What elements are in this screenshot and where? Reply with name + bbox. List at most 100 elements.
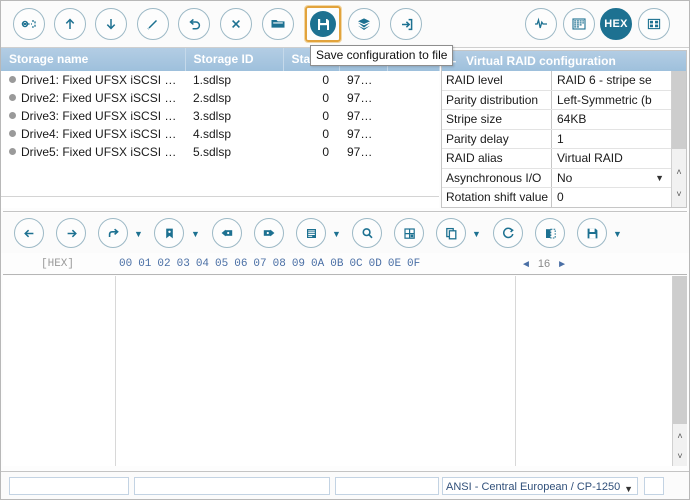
raid-property-row[interactable]: Asynchronous I/O No ▼ xyxy=(442,168,686,188)
save-configuration-icon[interactable] xyxy=(304,5,342,43)
chevron-down-icon[interactable]: ▼ xyxy=(134,229,143,239)
status-corner-box xyxy=(644,477,664,495)
chevron-down-icon[interactable]: ▼ xyxy=(332,229,341,239)
storage-table-body: Drive1: Fixed UFSX iSCSI UFS... 1.sdlsp … xyxy=(1,71,439,161)
navigate-forward-icon[interactable] xyxy=(56,218,86,248)
status-bullet-icon xyxy=(9,94,16,102)
scroll-down-icon[interactable]: ˅ xyxy=(672,187,686,201)
hex-column-header: [HEX] 00 01 02 03 04 05 06 07 08 09 0A 0B 0C 0D 0E 0F ◄… xyxy=(1,255,689,274)
cell-status: 0 xyxy=(322,91,329,105)
hex-mode-button[interactable]: HEX xyxy=(600,8,632,40)
table-divider xyxy=(1,196,439,197)
rotation-shift-value[interactable]: 0 xyxy=(552,188,686,207)
encoding-selector[interactable]: ANSI - Central European / CP-1250 ▼ xyxy=(442,477,638,495)
asynchronous-io-value[interactable]: No ▼ xyxy=(552,169,686,188)
bytes-per-row-value: 16 xyxy=(537,258,551,270)
stripe-size-value[interactable]: 64KB ▼ xyxy=(552,110,686,129)
copy-icon[interactable] xyxy=(436,218,466,248)
hex-viewer-body[interactable]: ˄ ˅ xyxy=(3,276,687,466)
panel-splitter[interactable] xyxy=(3,211,687,212)
hex-offset-divider xyxy=(115,276,116,466)
move-up-icon[interactable] xyxy=(54,8,86,40)
pulse-waveform-icon[interactable] xyxy=(525,8,557,40)
hex-col-04: 04 xyxy=(195,258,210,270)
cell-storage-name: Drive5: Fixed UFSX iSCSI UFS... xyxy=(1,143,185,161)
virtual-raid-configuration-panel: − Virtual RAID configuration RAID level … xyxy=(441,50,687,208)
raid-property-row[interactable]: Parity delay 1 xyxy=(442,129,686,149)
storage-name-text: Drive2: Fixed UFSX iSCSI UFS... xyxy=(21,91,185,105)
status-field-1[interactable] xyxy=(9,477,129,495)
raid-property-key: Parity distribution xyxy=(442,90,552,109)
raid-property-row[interactable]: Rotation shift value 0 xyxy=(442,188,686,207)
raid-alias-text: Virtual RAID xyxy=(557,151,623,166)
move-down-icon[interactable] xyxy=(95,8,127,40)
status-field-3[interactable] xyxy=(335,477,439,495)
hex-grid-icon[interactable] xyxy=(563,8,595,40)
hex-col-0B: 0B xyxy=(330,258,344,270)
hex-mode-label: HEX xyxy=(604,18,628,30)
hex-col-05: 05 xyxy=(215,258,229,270)
remove-icon[interactable] xyxy=(220,8,252,40)
next-block-icon[interactable] xyxy=(254,218,284,248)
hex-viewer-scrollbar[interactable]: ˄ ˅ xyxy=(672,276,687,466)
layers-icon[interactable] xyxy=(348,8,380,40)
scroll-up-icon[interactable]: ˄ xyxy=(672,165,686,179)
hex-col-08: 08 xyxy=(272,258,286,270)
raid-property-row[interactable]: Stripe size 64KB ▼ xyxy=(442,110,686,130)
cell-spacer xyxy=(387,107,439,125)
raid-property-row[interactable]: Parity distribution Left-Symmetric (b ▼ xyxy=(442,90,686,110)
goto-offset-icon[interactable] xyxy=(98,218,128,248)
raid-panel-scrollbar[interactable]: ˄ ˅ xyxy=(671,71,686,207)
edit-icon[interactable] xyxy=(137,8,169,40)
panel-toggle-icon[interactable] xyxy=(535,218,565,248)
cell-sectors: 975699967 xyxy=(347,127,387,141)
chevron-down-icon[interactable]: ▼ xyxy=(655,173,664,183)
export-icon[interactable] xyxy=(390,8,422,40)
column-header-storage-name[interactable]: Storage name xyxy=(1,48,186,71)
scrollbar-thumb[interactable] xyxy=(672,71,686,149)
raid-level-value[interactable]: RAID 6 - stripe se ▼ xyxy=(552,71,686,90)
table-row[interactable]: Drive5: Fixed UFSX iSCSI UFS... 5.sdlsp … xyxy=(1,143,439,161)
table-row[interactable]: Drive4: Fixed UFSX iSCSI UFS... 4.sdlsp … xyxy=(1,125,439,143)
grid-view-icon[interactable] xyxy=(394,218,424,248)
scroll-down-icon[interactable]: ˅ xyxy=(673,448,687,464)
raid-property-list: RAID level RAID 6 - stripe se ▼ Parity d… xyxy=(442,71,686,207)
raid-property-key: RAID level xyxy=(442,71,552,90)
raid-property-key: Rotation shift value xyxy=(442,188,552,207)
hex-header-divider xyxy=(3,274,687,275)
undo-icon[interactable] xyxy=(178,8,210,40)
table-row[interactable]: Drive3: Fixed UFSX iSCSI UFS... 3.sdlsp … xyxy=(1,107,439,125)
navigate-back-icon[interactable] xyxy=(14,218,44,248)
increase-bytes-icon[interactable]: ► xyxy=(557,259,567,270)
search-icon[interactable] xyxy=(352,218,382,248)
decrease-bytes-icon[interactable]: ◄ xyxy=(521,259,531,270)
save-hex-icon[interactable] xyxy=(577,218,607,248)
raid-property-row[interactable]: RAID level RAID 6 - stripe se ▼ xyxy=(442,71,686,91)
status-field-2[interactable] xyxy=(134,477,330,495)
chevron-down-icon[interactable]: ▼ xyxy=(613,229,622,239)
chevron-down-icon[interactable]: ▼ xyxy=(191,229,200,239)
raid-alias-value[interactable]: Virtual RAID xyxy=(552,149,686,168)
parity-distribution-value[interactable]: Left-Symmetric (b ▼ xyxy=(552,91,686,110)
partition-blocks-icon[interactable] xyxy=(638,8,670,40)
list-view-icon[interactable] xyxy=(296,218,326,248)
cell-sectors: 975699967 xyxy=(347,145,387,159)
table-row[interactable]: Drive2: Fixed UFSX iSCSI UFS... 2.sdlsp … xyxy=(1,89,439,107)
storage-name-text: Drive4: Fixed UFSX iSCSI UFS... xyxy=(21,127,185,141)
cell-storage-name: Drive3: Fixed UFSX iSCSI UFS... xyxy=(1,107,185,125)
scroll-up-icon[interactable]: ˄ xyxy=(673,428,687,444)
table-row[interactable]: Drive1: Fixed UFSX iSCSI UFS... 1.sdlsp … xyxy=(1,71,439,89)
connect-drives-icon[interactable] xyxy=(13,8,45,40)
scrollbar-thumb[interactable] xyxy=(673,276,687,424)
bookmark-icon[interactable] xyxy=(154,218,184,248)
chevron-down-icon[interactable]: ▼ xyxy=(624,481,633,494)
chevron-down-icon[interactable]: ▼ xyxy=(472,229,481,239)
column-header-storage-id[interactable]: Storage ID xyxy=(185,48,284,71)
raid-property-row[interactable]: RAID alias Virtual RAID xyxy=(442,149,686,169)
refresh-icon[interactable] xyxy=(493,218,523,248)
cell-storage-id: 5.sdlsp xyxy=(193,145,232,159)
open-folder-icon[interactable] xyxy=(262,8,294,40)
previous-block-icon[interactable] xyxy=(212,218,242,248)
parity-delay-value[interactable]: 1 xyxy=(552,130,686,149)
upper-content-area: Storage name Storage ID Sta... Drive1: F… xyxy=(1,48,689,213)
